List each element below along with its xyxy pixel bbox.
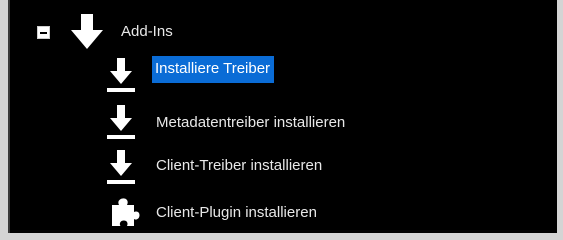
panel-border <box>8 0 10 233</box>
collapse-toggle[interactable] <box>37 26 50 39</box>
tree-item-installiere-treiber[interactable]: Installiere Treiber <box>152 56 275 83</box>
download-tray-icon <box>107 105 135 139</box>
puzzle-piece-icon <box>112 198 140 226</box>
download-arrow-icon <box>71 14 103 49</box>
tree-root-label[interactable]: Add-Ins <box>121 23 173 41</box>
tree-item-client-treiber[interactable]: Client-Treiber installieren <box>156 157 322 175</box>
download-tray-icon <box>107 58 135 92</box>
tree-item-metadatentreiber[interactable]: Metadatentreiber installieren <box>156 114 345 132</box>
download-tray-icon <box>107 150 135 184</box>
tree-item-client-plugin[interactable]: Client-Plugin installieren <box>156 204 317 222</box>
